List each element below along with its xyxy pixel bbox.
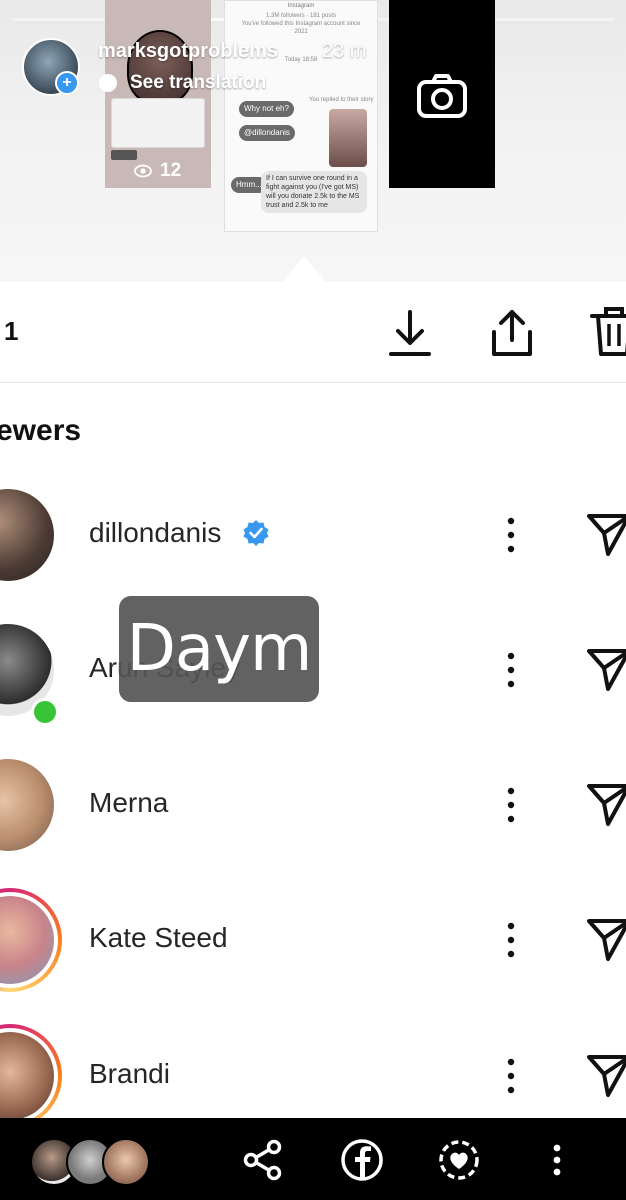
bottom-action-bar	[0, 1118, 626, 1200]
thumb-reply-note: You replied to their story	[309, 97, 374, 103]
send-icon[interactable]	[586, 511, 626, 557]
story-username[interactable]: marksgotproblems	[98, 40, 278, 63]
viewer-name[interactable]: Kate Steed	[89, 922, 228, 954]
story-preview-strip: 12 Instagram 1.3M followers · 181 posts …	[0, 0, 626, 282]
daym-text-sticker: Daym	[119, 596, 319, 702]
avatar[interactable]	[0, 759, 54, 851]
trash-icon[interactable]	[590, 304, 626, 360]
more-vertical-icon[interactable]	[499, 918, 523, 962]
story-actions-bar: 1	[0, 282, 626, 383]
more-vertical-icon[interactable]	[499, 1054, 523, 1098]
share-icon[interactable]	[488, 304, 536, 360]
verified-badge-icon	[243, 520, 269, 546]
thumb-header: Instagram	[287, 3, 315, 9]
viewer-row[interactable]: Merna	[0, 745, 626, 865]
viewer-count: 1	[4, 316, 19, 346]
see-translation-link[interactable]: See translation	[130, 72, 266, 94]
send-icon[interactable]	[586, 646, 626, 692]
viewer-name[interactable]: Brandi	[89, 1058, 170, 1090]
viewers-heading: ewers	[0, 414, 82, 447]
facebook-icon[interactable]	[340, 1138, 384, 1182]
thumbnail-tweet-card	[111, 98, 205, 148]
viewer-name[interactable]: Merna	[89, 787, 168, 819]
thumb-bubble-message: If I can survive one round in a fight ag…	[261, 171, 367, 213]
story-thumbnail-current[interactable]: Instagram 1.3M followers · 181 posts You…	[224, 0, 378, 232]
thumb-followers: 1.3M followers · 181 posts	[265, 13, 337, 19]
camera-icon	[417, 74, 467, 118]
avatar[interactable]	[0, 489, 54, 581]
more-vertical-icon[interactable]	[499, 513, 523, 557]
thumb-year: 2022	[294, 29, 308, 35]
viewer-row[interactable]: dillondanis	[0, 475, 626, 595]
selected-thumbnail-pointer	[282, 256, 326, 282]
send-icon[interactable]	[586, 781, 626, 827]
story-viewer-screen: 12 Instagram 1.3M followers · 181 posts …	[0, 0, 626, 1200]
story-timestamp: 23 m	[322, 40, 367, 62]
thumb-bubble-mention: @dillondanis	[239, 125, 295, 141]
thumb-followed-since: You've followed this Instagram account s…	[241, 21, 361, 27]
online-status-dot	[31, 698, 59, 726]
thumb-bubble-why-not: Why not eh?	[239, 101, 294, 117]
thumbnail-caption	[111, 150, 137, 160]
close-friends-icon[interactable]	[437, 1138, 481, 1182]
more-vertical-icon[interactable]	[499, 783, 523, 827]
view-count-number: 12	[160, 160, 182, 181]
add-story-plus-icon[interactable]: +	[55, 71, 79, 95]
translate-icon	[99, 74, 117, 92]
add-story-camera-tile[interactable]	[389, 0, 495, 188]
more-vertical-icon[interactable]	[535, 1138, 579, 1182]
thumb-story-image	[329, 109, 367, 167]
send-icon[interactable]	[586, 1052, 626, 1098]
send-icon[interactable]	[586, 916, 626, 962]
download-icon[interactable]	[386, 304, 434, 360]
view-count[interactable]: 12	[134, 160, 181, 182]
share-nodes-icon[interactable]	[241, 1138, 285, 1182]
eye-icon	[134, 164, 152, 178]
viewer-row[interactable]: Kate Steed	[0, 880, 626, 1000]
viewer-name[interactable]: dillondanis	[89, 517, 221, 549]
more-vertical-icon[interactable]	[499, 648, 523, 692]
avatar	[102, 1138, 150, 1186]
